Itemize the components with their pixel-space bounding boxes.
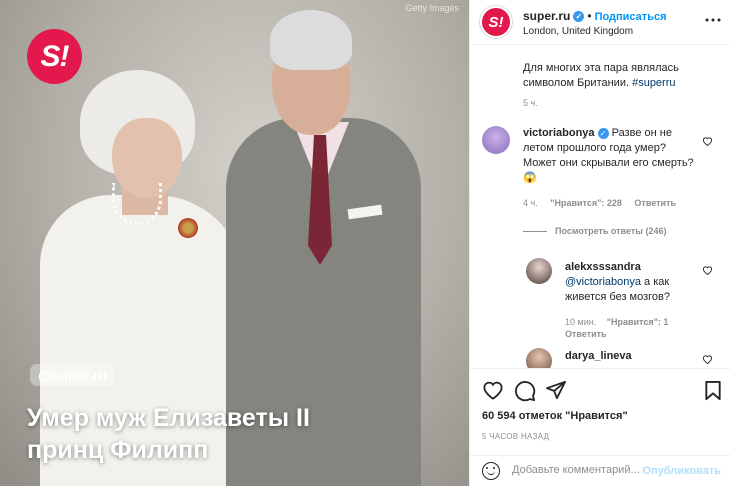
avatar[interactable] — [526, 258, 552, 284]
reply-meta: 10 мин. "Нравится": 1 Ответить — [565, 316, 705, 340]
comment-icon[interactable] — [514, 380, 536, 407]
headline-line-1: Умер муж Елизаветы II — [27, 404, 310, 432]
author-username[interactable]: super.ru — [523, 9, 570, 23]
brand-logo: S! — [27, 29, 82, 84]
photo-handle: @super.ru — [30, 364, 115, 386]
like-comment-icon[interactable] — [702, 136, 713, 149]
more-icon[interactable] — [705, 10, 721, 28]
verified-icon: ✓ — [573, 11, 585, 23]
post-actions: 60 594 отметок "Нравится" 5 ЧАСОВ НАЗАД … — [470, 368, 730, 486]
mention-link[interactable]: @victoriabonya — [565, 276, 641, 288]
post-timestamp[interactable]: 5 ЧАСОВ НАЗАД — [482, 432, 549, 441]
reply-likes[interactable]: "Нравится": 1 — [607, 317, 669, 327]
author-line: super.ru ✓ • Подписаться — [523, 9, 667, 23]
caption-line-1: Для многих эта пара являлась — [523, 62, 679, 74]
likes-count[interactable]: 60 594 отметок "Нравится" — [482, 410, 628, 422]
photo-headline: Умер муж Елизаветы II принц Филипп — [27, 402, 457, 466]
reply-username[interactable]: darya_lineva — [565, 350, 632, 362]
comment-likes[interactable]: "Нравится": 228 — [550, 198, 622, 208]
comment-time: 4 ч. — [523, 198, 538, 208]
location-link[interactable]: London, United Kingdom — [523, 26, 633, 37]
reply-username[interactable]: alekxsssandra — [565, 261, 641, 273]
headline-line-2: принц Филипп — [27, 436, 209, 464]
brooch — [178, 218, 198, 238]
reply-body: alekxsssandra @victoriabonya а как живет… — [565, 260, 705, 305]
caption-line-2: символом Британии. — [523, 77, 630, 89]
photo-credit: Getty Images — [405, 3, 459, 13]
view-replies-label: Посмотреть ответы (246) — [555, 226, 667, 236]
verified-icon: ✓ — [597, 127, 609, 139]
view-replies-button[interactable]: Посмотреть ответы (246) — [523, 226, 667, 236]
add-comment-bar: Опубликовать — [470, 455, 730, 486]
post-photo[interactable]: Getty Images S! @super.ru Умер муж Елиза… — [0, 0, 469, 486]
comment-meta: 4 ч. "Нравится": 228 Ответить — [523, 198, 686, 208]
publish-button[interactable]: Опубликовать — [642, 465, 721, 477]
post-sidebar: S! super.ru ✓ • Подписаться London, United … — [469, 0, 730, 486]
comments-list[interactable]: Для многих эта пара являлась символом Бр… — [470, 46, 730, 368]
caption-time: 5 ч. — [523, 98, 538, 108]
caption-text: Для многих эта пара являлась символом Бр… — [523, 56, 723, 91]
hashtag-link[interactable]: #superru — [632, 77, 675, 89]
follow-button[interactable]: Подписаться — [595, 11, 667, 23]
emoji-icon[interactable] — [482, 462, 500, 480]
avatar[interactable] — [526, 348, 552, 368]
caption-cut-line — [523, 46, 723, 51]
like-comment-icon[interactable] — [702, 265, 713, 278]
post-header: S! super.ru ✓ • Подписаться London, United … — [470, 0, 730, 45]
comment-input[interactable] — [512, 464, 642, 476]
reply-button[interactable]: Ответить — [565, 329, 607, 339]
comment-body: victoriabonya ✓ Разве он не летом прошлог… — [523, 126, 695, 186]
replies-divider — [523, 231, 547, 233]
reply-button[interactable]: Ответить — [634, 198, 676, 208]
reply-time: 10 мин. — [565, 317, 597, 327]
author-avatar[interactable]: S! — [480, 6, 512, 38]
comment-username[interactable]: victoriabonya — [523, 127, 595, 139]
like-comment-icon[interactable] — [702, 354, 713, 367]
prince-hair — [270, 10, 352, 70]
reply-body: darya_lineva — [565, 349, 705, 364]
separator-dot: • — [587, 9, 592, 23]
avatar[interactable] — [482, 126, 510, 154]
share-icon[interactable] — [545, 380, 567, 405]
bookmark-icon[interactable] — [704, 380, 722, 406]
like-icon[interactable] — [482, 380, 504, 405]
